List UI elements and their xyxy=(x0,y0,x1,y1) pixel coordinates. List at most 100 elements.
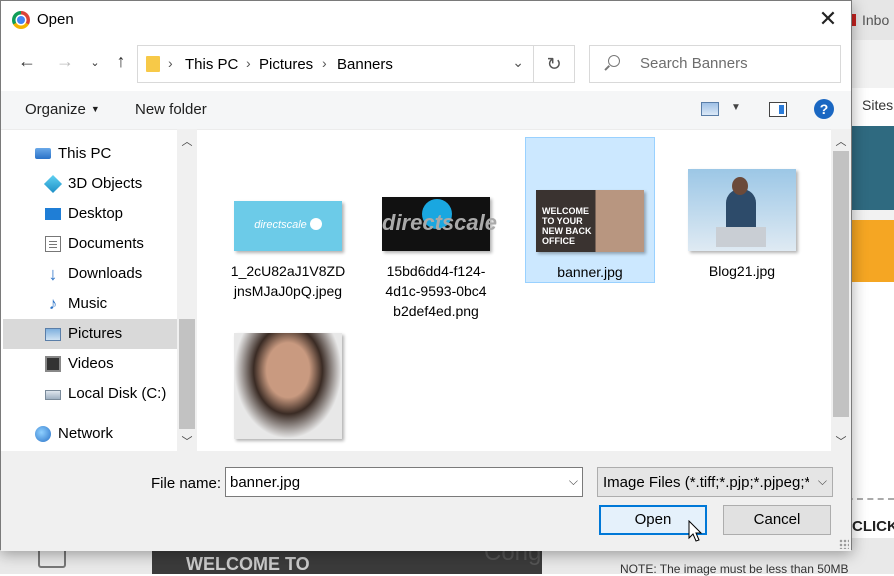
file-thumbnail: WELCOME TO YOUR NEW BACK OFFICE xyxy=(536,190,644,252)
person-head xyxy=(732,177,748,195)
breadcrumb-this-pc[interactable]: This PC xyxy=(185,56,238,73)
file-item[interactable] xyxy=(223,325,353,471)
nav-pane-scrollbar[interactable]: ︿ ﹀ xyxy=(177,129,197,451)
nav-item-videos[interactable]: Videos xyxy=(3,349,179,379)
nav-item-label: Desktop xyxy=(68,205,124,222)
background-orange-panel xyxy=(852,220,894,282)
view-options-caret-icon[interactable]: ▼ xyxy=(731,102,741,113)
file-list: directscale 1_2cU82aJ1V8ZD jnsMJaJ0pQ.jpe… xyxy=(199,129,831,451)
scroll-down-icon[interactable]: ﹀ xyxy=(177,433,197,449)
new-folder-button[interactable]: New folder xyxy=(135,101,207,118)
search-box[interactable] xyxy=(589,45,841,83)
laptop-figure xyxy=(716,227,766,247)
background-tab-label: Inbo xyxy=(862,12,890,28)
nav-item-label: Network xyxy=(58,425,114,442)
nav-item-desktop[interactable]: Desktop xyxy=(3,199,179,229)
nav-item-label: Pictures xyxy=(68,325,123,342)
navigation-pane: This PC 3D Objects Desktop Documents ↓ D… xyxy=(3,129,197,451)
nav-item-label: Documents xyxy=(68,235,144,252)
nav-item-this-pc[interactable]: This PC xyxy=(3,139,179,169)
file-name: 15bd6dd4-f124- 4d1c-9593-0bc4 b2def4ed.png xyxy=(371,261,501,321)
dialog-title: Open xyxy=(37,11,74,28)
background-sites-link[interactable]: Sites xyxy=(852,88,894,126)
desktop-icon xyxy=(45,208,61,220)
scrollbar-thumb[interactable] xyxy=(833,151,849,417)
file-type-select[interactable]: Image Files (*.tiff;*.pjp;*.pjpeg;* ⌵ xyxy=(597,467,833,497)
videos-icon xyxy=(45,356,61,372)
open-file-dialog: Open ✕ ← → ⌄ ↑ › This PC › Pictures › Ba… xyxy=(0,0,852,551)
pc-icon xyxy=(35,148,51,159)
file-item[interactable]: directscale 1_2cU82aJ1V8ZD jnsMJaJ0pQ.jpe… xyxy=(223,137,353,299)
organize-menu[interactable]: Organize ▼ xyxy=(25,101,100,118)
file-name-line: 15bd6dd4-f124- xyxy=(386,263,486,279)
organize-label: Organize xyxy=(25,101,86,118)
file-type-value: Image Files (*.tiff;*.pjp;*.pjpeg;* xyxy=(603,474,809,491)
nav-item-label: Local Disk (C:) xyxy=(68,385,167,402)
search-input[interactable] xyxy=(638,54,832,73)
chevron-down-icon[interactable]: ⌵ xyxy=(818,474,827,489)
chevron-down-icon[interactable]: ⌵ xyxy=(569,474,578,489)
thumbnail-text: WELCOME TO YOUR NEW BACK OFFICE xyxy=(542,206,592,246)
breadcrumb-separator-icon[interactable]: › xyxy=(322,55,327,71)
file-name-line: Blog21.jpg xyxy=(708,263,776,279)
disk-icon xyxy=(45,390,61,400)
close-icon[interactable]: ✕ xyxy=(815,7,841,33)
documents-icon xyxy=(45,236,61,252)
title-bar[interactable]: Open ✕ xyxy=(1,1,851,39)
file-name-line: b2def4ed.png xyxy=(393,303,479,319)
thumbnail-text: directscale xyxy=(382,210,497,235)
help-icon[interactable]: ? xyxy=(814,99,834,119)
file-name-value[interactable]: banner.jpg xyxy=(230,474,300,491)
back-arrow-icon[interactable]: ← xyxy=(15,51,39,72)
nav-item-network[interactable]: Network xyxy=(3,419,179,449)
refresh-icon[interactable]: ↻ xyxy=(533,46,574,82)
mouse-cursor-icon xyxy=(688,520,703,542)
background-teal-panel xyxy=(852,126,894,210)
recent-locations-chevron-icon[interactable]: ⌄ xyxy=(83,56,107,69)
resize-grip-icon[interactable] xyxy=(839,539,849,549)
address-bar[interactable]: › This PC › Pictures › Banners ⌄ ↻ xyxy=(137,45,575,83)
nav-item-music[interactable]: ♪ Music xyxy=(3,289,179,319)
background-click-text: CLICK xyxy=(852,518,894,535)
nav-item-local-disk[interactable]: Local Disk (C:) xyxy=(3,379,179,409)
breadcrumb-separator-icon[interactable]: › xyxy=(246,55,251,71)
dialog-footer: File name: banner.jpg ⌵ Image Files (*.t… xyxy=(1,451,851,551)
nav-item-label: This PC xyxy=(58,145,112,162)
change-view-icon[interactable] xyxy=(701,102,719,116)
file-name-input[interactable]: banner.jpg ⌵ xyxy=(225,467,583,497)
file-item[interactable]: directscale 15bd6dd4-f124- 4d1c-9593-0bc4… xyxy=(371,137,501,319)
thumbnail-text: directscale xyxy=(254,219,307,231)
nav-item-pictures[interactable]: Pictures xyxy=(3,319,179,349)
nav-item-3d-objects[interactable]: 3D Objects xyxy=(3,169,179,199)
up-arrow-icon[interactable]: ↑ xyxy=(109,51,133,72)
3d-objects-icon xyxy=(43,174,63,194)
breadcrumb-pictures[interactable]: Pictures xyxy=(259,56,313,73)
file-thumbnail xyxy=(688,169,796,251)
folder-icon xyxy=(146,56,160,72)
music-icon: ♪ xyxy=(48,294,58,313)
scroll-up-icon[interactable]: ︿ xyxy=(831,133,851,149)
scroll-down-icon[interactable]: ﹀ xyxy=(831,433,851,449)
address-dropdown-chevron-icon[interactable]: ⌄ xyxy=(512,54,524,71)
network-icon xyxy=(35,426,51,442)
breadcrumb-separator-icon[interactable]: › xyxy=(168,55,173,71)
forward-arrow-icon[interactable]: → xyxy=(53,51,77,72)
file-item[interactable]: Blog21.jpg xyxy=(677,137,807,283)
preview-pane-icon[interactable] xyxy=(769,102,787,117)
file-item-selected[interactable]: WELCOME TO YOUR NEW BACK OFFICE banner.j… xyxy=(525,137,655,283)
nav-item-documents[interactable]: Documents xyxy=(3,229,179,259)
file-list-scrollbar[interactable]: ︿ ﹀ xyxy=(831,129,851,451)
cancel-button[interactable]: Cancel xyxy=(723,505,831,535)
navigation-row: ← → ⌄ ↑ › This PC › Pictures › Banners ⌄… xyxy=(1,43,851,83)
nav-item-label: Videos xyxy=(68,355,114,372)
breadcrumb-banners[interactable]: Banners xyxy=(337,56,393,73)
search-icon xyxy=(608,55,620,67)
nav-item-downloads[interactable]: ↓ Downloads xyxy=(3,259,179,289)
file-name: banner.jpg xyxy=(526,262,654,282)
scroll-up-icon[interactable]: ︿ xyxy=(177,133,197,149)
file-name: Blog21.jpg xyxy=(677,261,807,281)
pictures-icon xyxy=(45,328,61,341)
scrollbar-thumb[interactable] xyxy=(179,319,195,429)
nav-item-label: Downloads xyxy=(68,265,143,282)
file-thumbnail: directscale xyxy=(382,197,497,251)
